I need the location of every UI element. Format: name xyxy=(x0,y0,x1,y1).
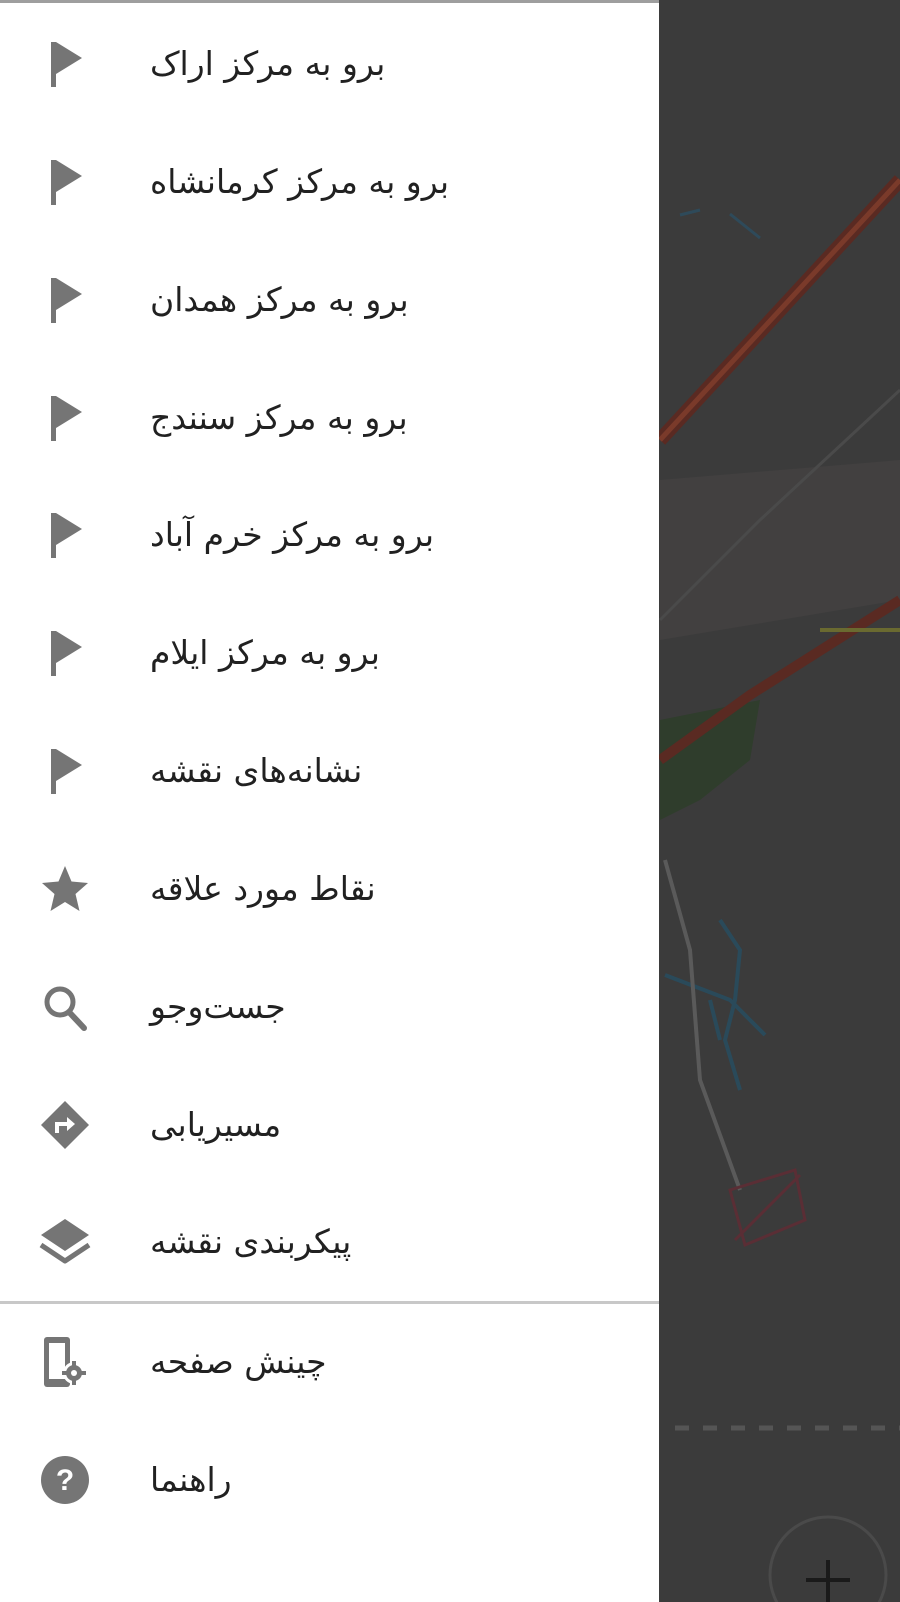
menu-item-label: برو به مرکز اراک xyxy=(150,44,386,83)
menu-item-label: راهنما xyxy=(150,1460,232,1499)
flag-icon xyxy=(51,396,82,441)
menu-item-label: نقاط مورد علاقه xyxy=(150,869,376,908)
svg-text:?: ? xyxy=(56,1464,74,1497)
screen: برو به مرکز اراک برو به مرکز کرمانشاه بر… xyxy=(0,0,900,1602)
menu-item-goto-ilam[interactable]: برو به مرکز ایلام xyxy=(0,594,659,712)
menu-item-label: برو به مرکز کرمانشاه xyxy=(150,162,450,201)
screen-settings-icon xyxy=(44,1337,86,1387)
menu-item-label: برو به مرکز خرم آباد xyxy=(150,515,435,554)
flag-icon xyxy=(51,631,82,676)
search-icon xyxy=(44,986,87,1031)
flag-icon xyxy=(51,513,82,558)
menu-item-help[interactable]: ? راهنما xyxy=(0,1421,659,1539)
menu-item-label: جست‌وجو xyxy=(150,987,286,1026)
menu-item-goto-hamedan[interactable]: برو به مرکز همدان xyxy=(0,241,659,359)
menu-item-label: چینش صفحه xyxy=(150,1342,327,1381)
menu-item-search[interactable]: جست‌وجو xyxy=(0,948,659,1066)
menu-item-map-markers[interactable]: نشانه‌های نقشه xyxy=(0,712,659,830)
directions-icon xyxy=(41,1101,89,1149)
menu-item-label: پیکربندی نقشه xyxy=(150,1222,352,1261)
menu-item-label: برو به مرکز همدان xyxy=(150,280,409,319)
menu-item-directions[interactable]: مسیریابی xyxy=(0,1066,659,1184)
menu-item-favorites[interactable]: نقاط مورد علاقه xyxy=(0,830,659,948)
navigation-drawer: برو به مرکز اراک برو به مرکز کرمانشاه بر… xyxy=(0,0,659,1602)
menu-item-goto-sanandaj[interactable]: برو به مرکز سنندج xyxy=(0,359,659,477)
menu-item-map-configuration[interactable]: پیکربندی نقشه xyxy=(0,1183,659,1301)
layers-icon xyxy=(39,1219,91,1264)
flag-icon xyxy=(51,749,82,794)
flag-icon xyxy=(51,42,82,87)
menu-item-label: برو به مرکز ایلام xyxy=(150,633,380,672)
help-icon: ? xyxy=(41,1456,89,1504)
menu-item-goto-kermanshah[interactable]: برو به مرکز کرمانشاه xyxy=(0,123,659,241)
menu-item-label: مسیریابی xyxy=(150,1105,282,1144)
menu-item-label: برو به مرکز سنندج xyxy=(150,398,408,437)
menu-item-goto-khorramabad[interactable]: برو به مرکز خرم آباد xyxy=(0,476,659,594)
menu-item-label: نشانه‌های نقشه xyxy=(150,751,363,790)
menu-item-screen-layout[interactable]: چینش صفحه xyxy=(0,1303,659,1421)
menu-item-goto-arak[interactable]: برو به مرکز اراک xyxy=(0,5,659,123)
flag-icon xyxy=(51,278,82,323)
flag-icon xyxy=(51,160,82,205)
star-icon xyxy=(42,866,88,911)
